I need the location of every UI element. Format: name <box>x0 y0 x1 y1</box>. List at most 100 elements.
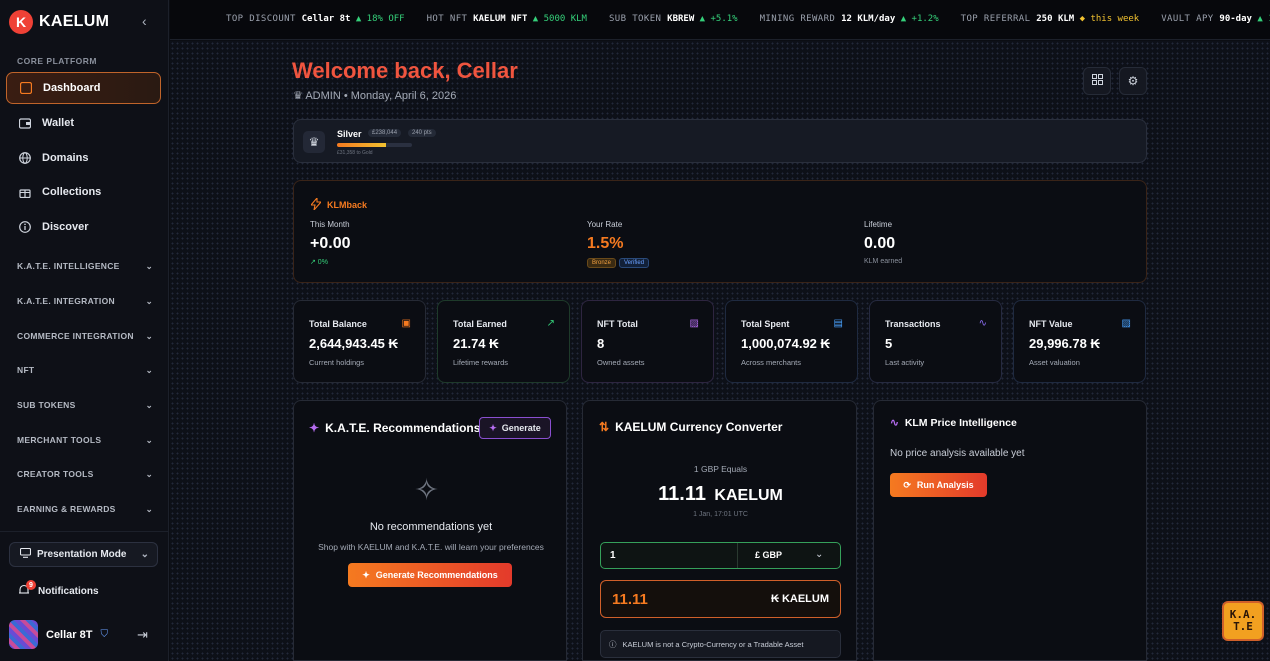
ticker-label: MINING REWARD <box>759 14 842 24</box>
lifetime-label: Lifetime <box>864 220 893 229</box>
grid-icon <box>1091 74 1103 88</box>
recommendations-panel: ✦ K.A.T.E. Recommendations ✦ Generate ✧ … <box>293 400 567 661</box>
layout-grid-button[interactable] <box>1083 67 1111 95</box>
output-unit: ₭ KAELUM <box>770 593 829 605</box>
divider <box>0 531 169 532</box>
bronze-badge: Bronze <box>587 258 617 268</box>
section-label-core: CORE PLATFORM <box>17 56 98 66</box>
bag-icon: ▤ <box>833 318 843 329</box>
logout-icon[interactable]: ⇥ <box>137 627 148 643</box>
chevron-left-icon[interactable]: ‹ <box>142 13 147 29</box>
stat-label: NFT Total <box>597 319 638 329</box>
price-intel-header: ∿ KLM Price Intelligence <box>890 417 1017 429</box>
sparkles-icon: ✧ <box>414 474 440 507</box>
verified-badge: Verified <box>619 258 650 268</box>
rate-badges: Bronze Verified <box>587 258 652 268</box>
brand[interactable]: K KAELUM <box>9 10 109 34</box>
sidebar-item-label: Domains <box>42 152 89 164</box>
ticker-value: 90-day <box>1219 14 1258 24</box>
ticker-value: Cellar 8t <box>301 14 356 24</box>
ticker-change: ▲ 10% KPR <box>1257 14 1270 24</box>
chevron-down-icon: ⌄ <box>145 261 153 271</box>
rate-timestamp: 1 Jan, 17:01 UTC <box>693 511 748 518</box>
ticker-label: TOP REFERRAL <box>960 14 1037 24</box>
converter-note: ⓘ KAELUM is not a Crypto-Currency or a T… <box>600 630 841 658</box>
sparkles-icon: ✦ <box>309 421 320 435</box>
lifetime-value: 0.00 <box>864 235 896 252</box>
chevron-down-icon: ⌄ <box>145 331 153 341</box>
rate-label: Your Rate <box>587 220 623 229</box>
ticker-change: ▲ 18% OFF <box>355 14 405 24</box>
sidebar-item-discover[interactable]: Discover <box>6 211 161 243</box>
gear-icon: ⚙ <box>1127 74 1139 88</box>
this-month-label: This Month <box>310 220 350 229</box>
group-label: K.A.T.E. INTELLIGENCE <box>17 261 120 271</box>
presentation-mode-select[interactable]: Presentation Mode ⌄ <box>9 542 158 567</box>
generate-button[interactable]: ✦ Generate <box>479 417 551 439</box>
tier-name: Silver <box>337 129 362 139</box>
sidebar-item-label: Collections <box>42 186 102 198</box>
sidebar: K KAELUM ‹ CORE PLATFORM Dashboard Walle… <box>0 0 169 661</box>
stat-card-total-balance: Total Balance ▣ 2,644,943.45 ₭ Current h… <box>293 300 426 383</box>
converter-output: 11.11 ₭ KAELUM <box>600 580 841 618</box>
wallet-icon <box>18 116 32 130</box>
tier-next-label: £31,358 to Gold <box>337 150 373 156</box>
chevron-down-icon: ⌄ <box>145 504 153 514</box>
stat-value: 8 <box>597 336 605 351</box>
stat-label: Total Balance <box>309 319 367 329</box>
sidebar-item-collections[interactable]: Collections <box>6 176 161 208</box>
chevron-down-icon: ⌄ <box>145 469 153 479</box>
settings-button[interactable]: ⚙ <box>1119 67 1147 95</box>
trend-up-icon: ↗ <box>546 318 555 329</box>
kaelum-logo-icon: K <box>9 10 33 34</box>
generate-recommendations-button[interactable]: ✦ Generate Recommendations <box>348 563 512 587</box>
tier-card: ♛ Silver £238,044 240 pts £31,358 to Gol… <box>293 119 1147 163</box>
user-role: ADMIN <box>305 90 341 102</box>
tier-progress-fill <box>337 143 386 147</box>
sidebar-group-kate-intelligence[interactable]: K.A.T.E. INTELLIGENCE ⌄ <box>17 261 153 272</box>
klmback-rate: Your Rate 1.5% Bronze Verified <box>587 220 652 268</box>
sparkles-icon: ✦ <box>362 569 370 580</box>
sidebar-group-commerce-integration[interactable]: COMMERCE INTEGRATION ⌄ <box>17 331 153 342</box>
chevron-down-icon: ⌄ <box>815 549 824 560</box>
kate-badge-line2: T.E <box>1233 620 1253 633</box>
lifetime-sub: KLM earned <box>864 258 903 265</box>
group-label: MERCHANT TOOLS <box>17 435 102 445</box>
notifications-button[interactable]: 9 Notifications <box>18 580 99 599</box>
ticker-item: TOP REFERRAL 250 KLM ◆ this week <box>961 14 1140 24</box>
ticker-value: KBREW <box>667 14 700 24</box>
amount-input[interactable]: 1 <box>610 550 616 561</box>
output-value: 11.11 <box>612 591 648 608</box>
stat-value: 1,000,074.92 ₭ <box>741 336 830 351</box>
sidebar-group-creator-tools[interactable]: CREATOR TOOLS ⌄ <box>17 469 153 480</box>
sidebar-item-domains[interactable]: Domains <box>6 142 161 174</box>
group-label: SUB TOKENS <box>17 400 76 410</box>
empty-title: No recommendations yet <box>369 521 493 533</box>
sidebar-group-sub-tokens[interactable]: SUB TOKENS ⌄ <box>17 400 153 411</box>
ticker-change: ▲ +5.1% <box>699 14 738 24</box>
sidebar-group-merchant-tools[interactable]: MERCHANT TOOLS ⌄ <box>17 435 153 446</box>
run-analysis-button[interactable]: ⟳ Run Analysis <box>890 473 987 497</box>
page-title: Welcome back, Cellar <box>292 58 518 83</box>
stat-label: Total Spent <box>741 319 790 329</box>
sidebar-group-earning-rewards[interactable]: EARNING & REWARDS ⌄ <box>17 504 153 515</box>
ticker-item: TOP DISCOUNT Cellar 8t ▲ 18% OFF <box>226 14 405 24</box>
stat-card-nft-total: NFT Total ▨ 8 Owned assets <box>581 300 714 383</box>
stat-card-nft-value: NFT Value ▨ 29,996.78 ₭ Asset valuation <box>1013 300 1146 383</box>
klmback-this-month: This Month +0.00 ↗ 0% <box>310 220 350 266</box>
notification-count-badge: 9 <box>26 580 36 590</box>
kate-assistant-button[interactable]: K.A. T.E <box>1222 601 1264 641</box>
stat-label: NFT Value <box>1029 319 1073 329</box>
separator: • <box>343 90 348 102</box>
this-month-change: ↗ 0% <box>310 259 328 266</box>
refresh-icon: ⟳ <box>903 479 911 490</box>
sidebar-group-kate-integration[interactable]: K.A.T.E. INTEGRATION ⌄ <box>17 296 153 307</box>
ticker-label: HOT NFT <box>426 14 474 24</box>
ticker-change: ▲ 5000 KLM <box>532 14 587 24</box>
note-text: KAELUM is not a Crypto-Currency or a Tra… <box>622 639 804 649</box>
sidebar-item-wallet[interactable]: Wallet <box>6 107 161 139</box>
sidebar-group-nft[interactable]: NFT ⌄ <box>17 365 153 376</box>
user-profile[interactable]: Cellar 8T ⛉ <box>9 620 108 649</box>
sidebar-item-dashboard[interactable]: Dashboard <box>6 72 161 104</box>
currency-select[interactable]: £ GBP <box>755 550 782 560</box>
